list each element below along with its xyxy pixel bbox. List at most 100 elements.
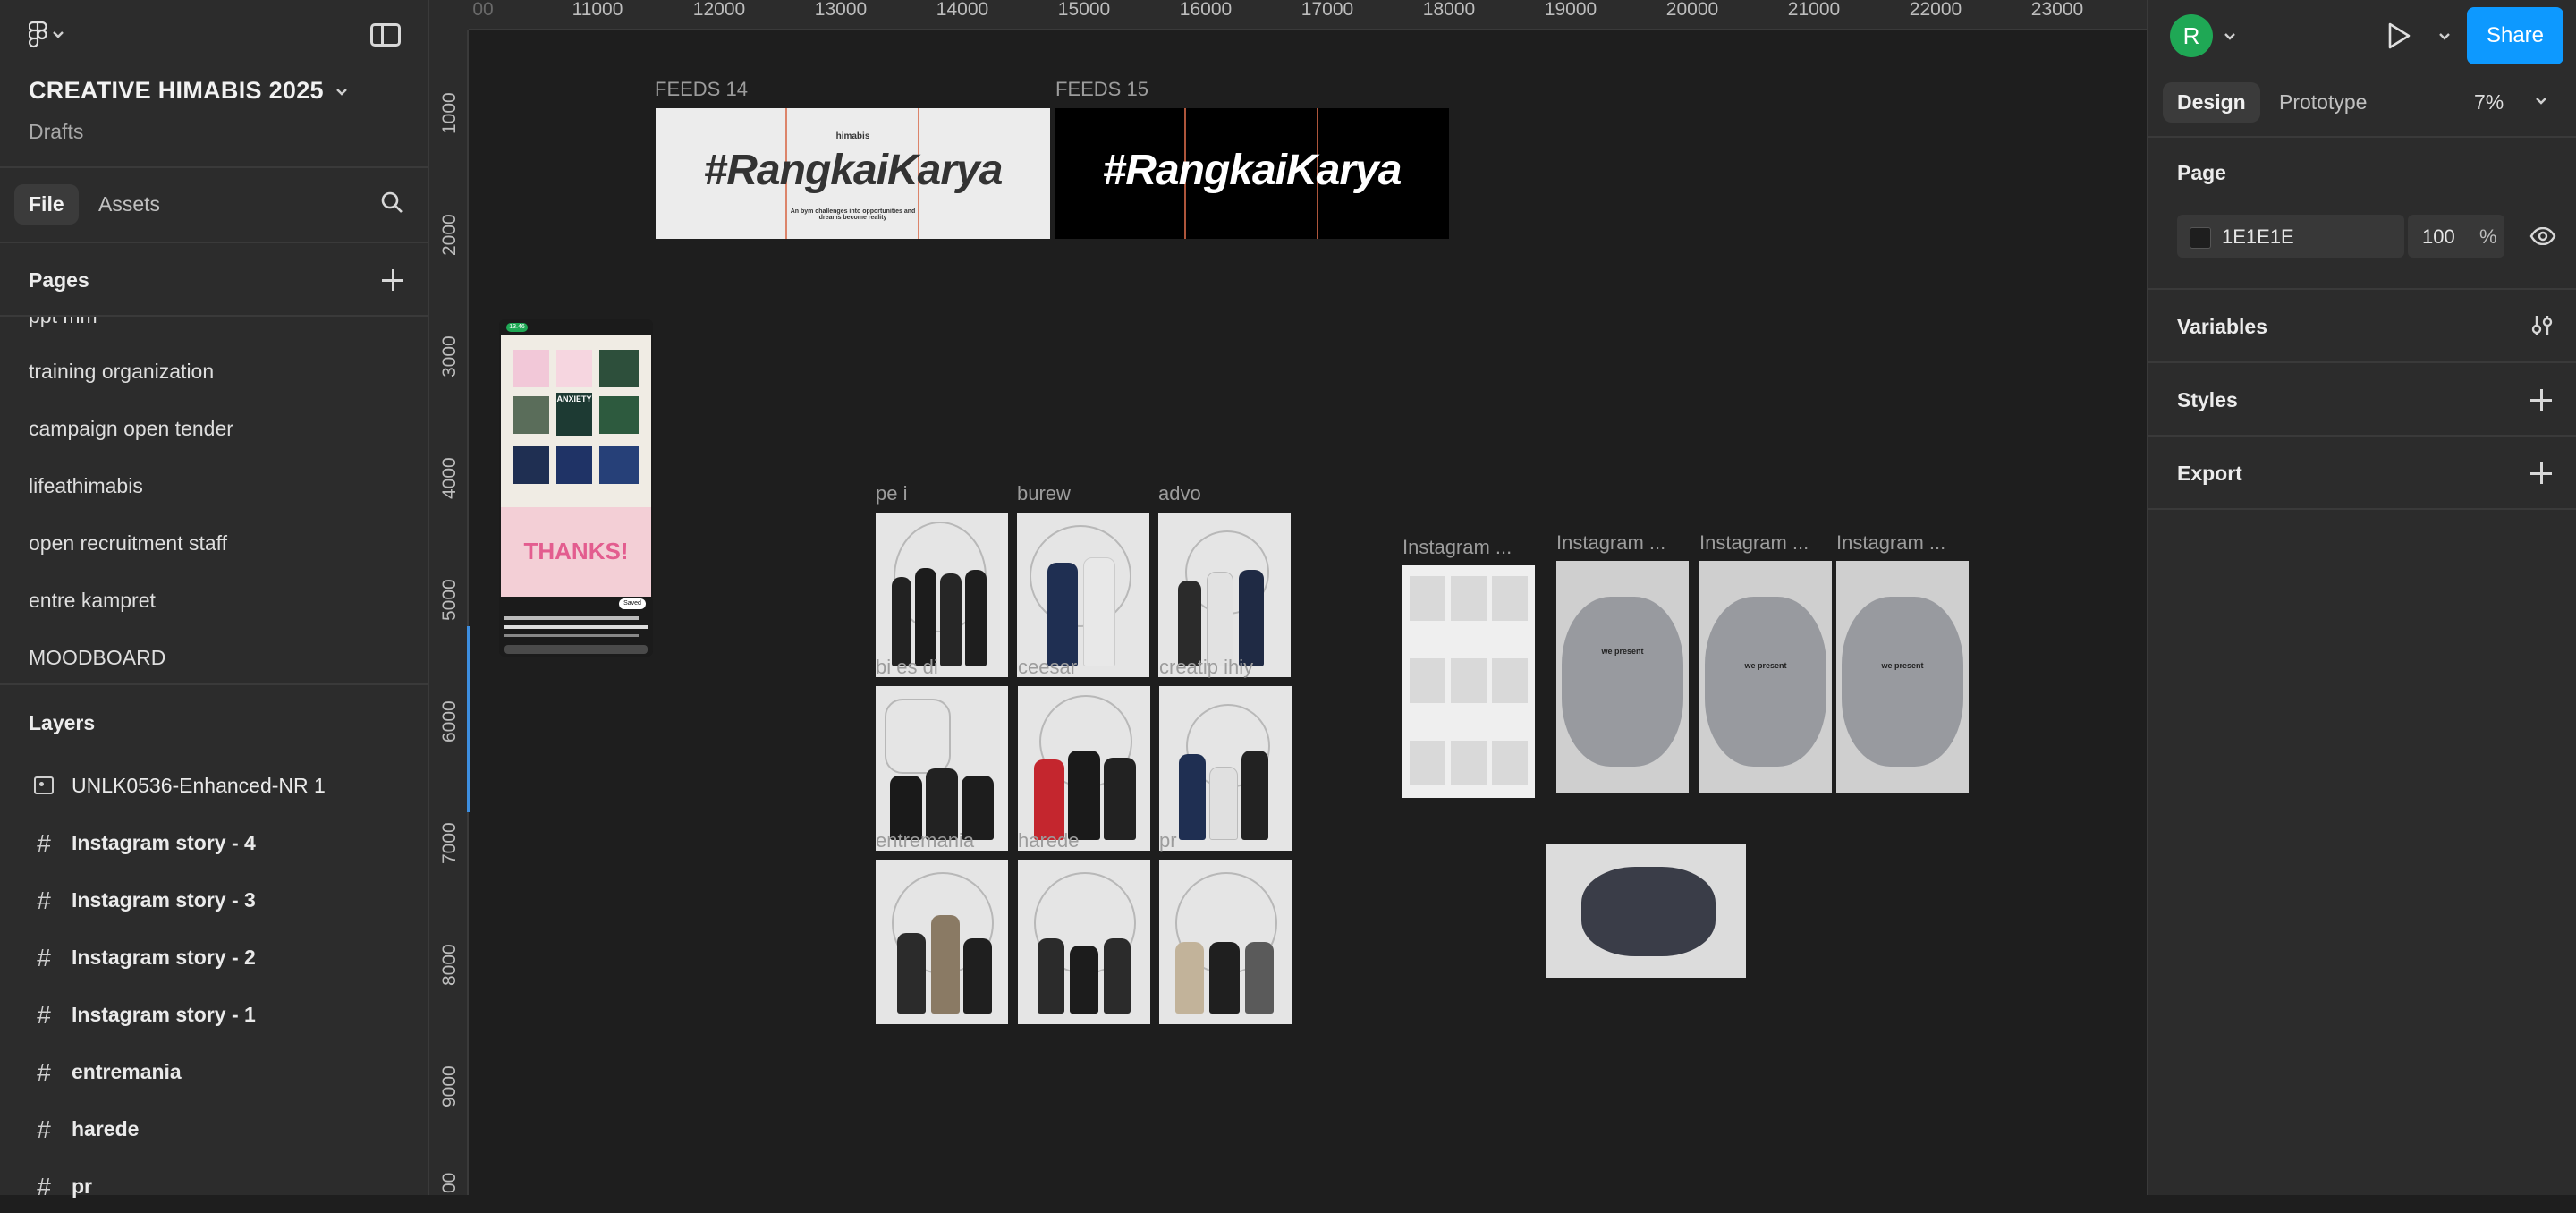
frame-label[interactable]: Instagram ...: [1556, 531, 1665, 555]
story-frame[interactable]: we present: [1699, 561, 1832, 793]
frame-label[interactable]: entremania: [876, 829, 974, 852]
poster-collage: ANXIETY: [501, 335, 651, 514]
frame-label[interactable]: Instagram ...: [1402, 536, 1512, 559]
division-photo[interactable]: [1159, 860, 1292, 1024]
frame-label[interactable]: FEEDS 15: [1055, 78, 1148, 101]
feed-frame[interactable]: #RangkaiKarya: [1055, 108, 1449, 239]
page-item[interactable]: ppt mm: [29, 317, 97, 328]
file-title[interactable]: CREATIVE HIMABIS 2025: [29, 77, 324, 105]
thanks-text: THANKS!: [523, 538, 629, 564]
story-thumb: [1492, 741, 1528, 785]
frame-label[interactable]: Instagram ...: [1699, 531, 1809, 555]
layer-row[interactable]: # Instagram story - 1: [0, 991, 428, 1041]
main-menu-button[interactable]: [29, 21, 79, 48]
poster-title: ANXIETY: [556, 393, 592, 436]
file-location[interactable]: Drafts: [29, 120, 83, 144]
frame-label[interactable]: burew: [1017, 482, 1071, 505]
layer-row[interactable]: # harede: [0, 1106, 428, 1156]
layer-row[interactable]: # Instagram story - 2: [0, 934, 428, 984]
fill-hex[interactable]: 1E1E1E: [2222, 225, 2294, 249]
group-photo-frame[interactable]: [1546, 844, 1746, 978]
page-item[interactable]: MOODBOARD: [29, 646, 165, 670]
tab-assets[interactable]: Assets: [98, 192, 160, 216]
chevron-down-icon[interactable]: [335, 87, 349, 98]
division-photo[interactable]: [1018, 686, 1150, 851]
story-thumb: [1492, 576, 1528, 621]
division-photo[interactable]: [1158, 513, 1291, 677]
layer-row[interactable]: # pr: [0, 1163, 428, 1213]
tab-file[interactable]: File: [14, 184, 79, 225]
page-item[interactable]: entre kampret: [29, 589, 156, 613]
chevron-down-icon[interactable]: [2535, 97, 2547, 106]
poster-thumb: [513, 446, 549, 484]
add-style-icon[interactable]: [2529, 388, 2553, 411]
frame-label[interactable]: pr: [1159, 829, 1177, 852]
tab-prototype[interactable]: Prototype: [2279, 90, 2367, 115]
division-photo[interactable]: [876, 860, 1008, 1024]
group-photo: [1842, 597, 1963, 767]
color-swatch[interactable]: [2190, 227, 2211, 249]
page-opacity-field[interactable]: 100 %: [2408, 215, 2504, 258]
page-item[interactable]: lifeathimabis: [29, 474, 143, 498]
layer-row[interactable]: # entremania: [0, 1048, 428, 1098]
person-figure: [1245, 942, 1274, 1014]
person-figure: [1034, 759, 1064, 840]
person-figure: [892, 577, 911, 666]
ruler-tick: 21000: [1787, 0, 1841, 20]
person-figure: [1209, 767, 1238, 840]
layer-row[interactable]: UNLK0536-Enhanced-NR 1: [0, 762, 428, 812]
person-figure: [897, 933, 926, 1014]
ruler-tick: 13000: [814, 0, 868, 20]
story-frame[interactable]: [1402, 565, 1535, 798]
frame-label[interactable]: ceesar: [1018, 656, 1077, 679]
frame-label[interactable]: pe i: [876, 482, 907, 505]
section-title: Page: [2177, 161, 2226, 184]
play-icon[interactable]: [2386, 21, 2411, 50]
page-item[interactable]: training organization: [29, 360, 214, 384]
chevron-down-icon[interactable]: [2224, 32, 2236, 41]
layer-row[interactable]: # Instagram story - 3: [0, 877, 428, 927]
add-export-icon[interactable]: [2529, 462, 2553, 485]
tab-design[interactable]: Design: [2163, 82, 2260, 123]
ruler-tick: 22000: [1909, 0, 1962, 20]
share-button[interactable]: Share: [2467, 7, 2563, 64]
division-photo[interactable]: [876, 686, 1008, 851]
frame-label[interactable]: bi es di: [876, 656, 938, 679]
frame-label[interactable]: Instagram ...: [1836, 531, 1945, 555]
story-frame[interactable]: we present: [1836, 561, 1969, 793]
division-photo[interactable]: [876, 513, 1008, 677]
left-sidebar: CREATIVE HIMABIS 2025 Drafts File Assets…: [0, 0, 429, 1200]
phone-mockup[interactable]: 13.46 ANXIETY THANKS! Saved: [499, 319, 653, 657]
group-photo: [1581, 867, 1716, 956]
frame-label[interactable]: FEEDS 14: [655, 78, 748, 101]
variables-settings-icon[interactable]: [2529, 313, 2555, 338]
poster-thumb: [556, 350, 592, 387]
opacity-value[interactable]: 100: [2422, 225, 2455, 249]
division-photo[interactable]: [1159, 686, 1292, 851]
page-fill-field[interactable]: 1E1E1E: [2177, 215, 2404, 258]
frame-label[interactable]: advo: [1158, 482, 1201, 505]
add-page-icon[interactable]: [381, 268, 404, 292]
sidebar-toggle-icon[interactable]: [370, 23, 401, 47]
person-figure: [1068, 751, 1100, 840]
ruler-tick: 16000: [1179, 0, 1233, 20]
right-tabs: Design Prototype 7%: [2148, 72, 2576, 138]
eye-icon[interactable]: [2529, 227, 2556, 245]
vertical-ruler: 1000 2000 3000 4000 5000 6000 7000 8000 …: [429, 0, 469, 1195]
search-icon[interactable]: [381, 191, 402, 213]
division-photo[interactable]: [1017, 513, 1149, 677]
frame-label[interactable]: creatip ihiy: [1159, 656, 1253, 679]
page-item[interactable]: open recruitment staff: [29, 531, 227, 556]
feed-frame[interactable]: himabis #RangkaiKarya An bym challenges …: [656, 108, 1050, 239]
design-canvas[interactable]: FEEDS 14 himabis #RangkaiKarya An bym ch…: [429, 0, 2147, 1195]
frame-label[interactable]: harede: [1018, 829, 1080, 852]
avatar[interactable]: R: [2170, 14, 2213, 57]
division-photo[interactable]: [1018, 860, 1150, 1024]
layer-row[interactable]: # Instagram story - 4: [0, 819, 428, 869]
ruler-tick: 23000: [2030, 0, 2084, 20]
chevron-down-icon[interactable]: [2438, 32, 2451, 41]
page-item[interactable]: campaign open tender: [29, 417, 233, 441]
zoom-level[interactable]: 7%: [2474, 90, 2504, 115]
ruler-tick: 18000: [1422, 0, 1476, 20]
story-frame[interactable]: we present: [1556, 561, 1689, 793]
